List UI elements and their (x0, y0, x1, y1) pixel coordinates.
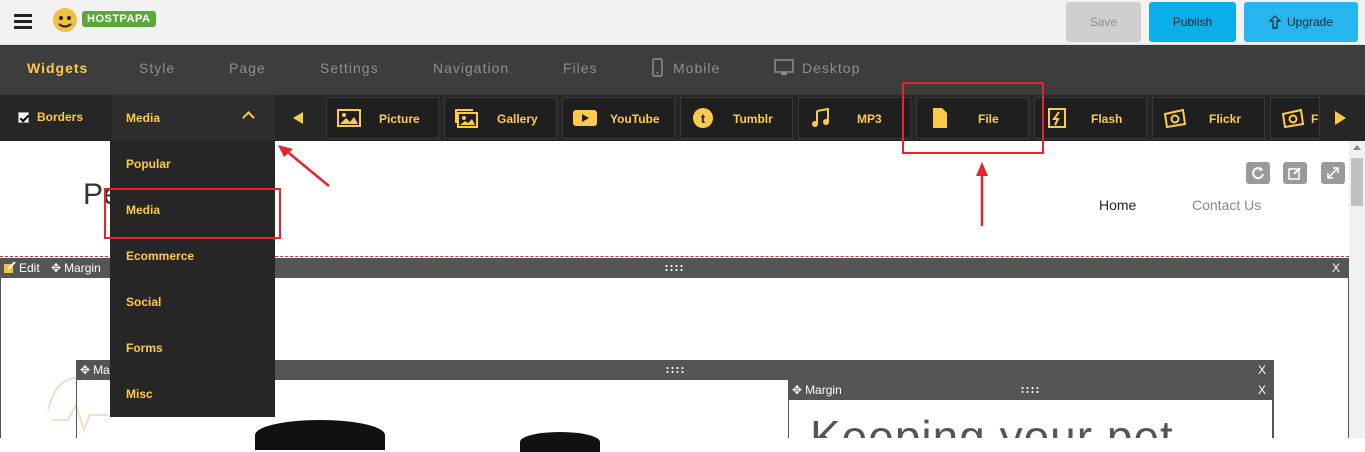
tab-settings[interactable]: Settings (320, 60, 379, 76)
column-text-clip: Keeping your pet (789, 400, 1272, 438)
publish-button[interactable]: Publish (1149, 2, 1236, 42)
borders-checkbox[interactable] (18, 111, 29, 123)
category-dropdown: Popular Media Ecommerce Social Forms Mis… (110, 141, 275, 417)
hostpapa-logo: HOSTPAPA (50, 4, 156, 34)
widget-flash[interactable]: Flash (1034, 97, 1147, 139)
dropdown-item-popular[interactable]: Popular (126, 157, 171, 171)
scroll-left-button[interactable] (277, 95, 319, 141)
chevron-up-icon (242, 111, 255, 124)
dropdown-item-social[interactable]: Social (126, 295, 161, 309)
annotation-arrow-icon (976, 162, 988, 226)
edit-icon[interactable] (1283, 162, 1307, 184)
gallery-icon (455, 109, 478, 128)
widget-youtube[interactable]: YouTube (562, 97, 675, 139)
category-selected-label: Media (126, 111, 161, 125)
site-nav-contact[interactable]: Contact Us (1192, 197, 1261, 213)
annotation-box-media (104, 188, 281, 239)
editor-tabs: Widgets Style Page Settings Navigation F… (0, 45, 1365, 95)
widget-label: MP3 (857, 112, 882, 126)
site-nav-home[interactable]: Home (1099, 197, 1136, 213)
expand-icon[interactable] (1321, 162, 1345, 184)
camera-icon (1281, 108, 1305, 128)
tab-navigation[interactable]: Navigation (433, 60, 509, 76)
tab-desktop[interactable]: Desktop (802, 60, 860, 76)
widget-label: Flickr (1209, 112, 1242, 126)
mobile-icon (652, 58, 663, 77)
scroll-right-button[interactable] (1320, 95, 1360, 141)
tab-style[interactable]: Style (139, 60, 175, 76)
borders-label: Borders (37, 110, 84, 124)
widget-label: Gallery (497, 112, 538, 126)
widget-picture[interactable]: Picture (326, 97, 439, 139)
desktop-icon (774, 59, 794, 75)
arrow-right-icon (1334, 111, 1346, 125)
widget-bar: Borders Media Picture Gallery YouTube t … (0, 95, 1365, 141)
widget-mp3[interactable]: MP3 (798, 97, 911, 139)
flash-icon (1048, 108, 1066, 128)
column-heading: Keeping your pet (810, 411, 1174, 438)
tab-mobile[interactable]: Mobile (673, 60, 720, 76)
logo-text: HOSTPAPA (82, 11, 156, 27)
youtube-icon (573, 110, 597, 126)
top-toolbar: HOSTPAPA Save Publish Upgrade (0, 0, 1365, 45)
tab-files[interactable]: Files (563, 60, 598, 76)
widget-label: Picture (379, 112, 420, 126)
upgrade-label: Upgrade (1286, 15, 1334, 29)
tab-page[interactable]: Page (229, 60, 266, 76)
photo-image[interactable] (255, 420, 385, 450)
upload-arrow-icon (1268, 15, 1281, 29)
music-note-icon (812, 108, 829, 127)
save-button[interactable]: Save (1066, 2, 1141, 42)
widget-label: YouTube (610, 112, 660, 126)
dropdown-item-ecommerce[interactable]: Ecommerce (126, 249, 194, 263)
widget-flickr[interactable]: Flickr (1152, 97, 1265, 139)
widget-label: F (1311, 112, 1319, 126)
picture-icon (337, 109, 361, 127)
scrollbar-thumb[interactable] (1351, 158, 1363, 206)
widget-partial[interactable]: F (1270, 97, 1320, 139)
dropdown-item-misc[interactable]: Misc (126, 387, 153, 401)
scroll-up-arrow-icon[interactable] (1353, 145, 1361, 150)
flickr-icon (1163, 108, 1187, 128)
upgrade-button[interactable]: Upgrade (1244, 2, 1358, 42)
svg-text:t: t (701, 111, 706, 126)
tumblr-icon: t (693, 108, 713, 128)
widget-gallery[interactable]: Gallery (444, 97, 557, 139)
photo-image-part (520, 432, 600, 452)
category-select[interactable]: Media (111, 95, 275, 141)
widget-label: Flash (1091, 112, 1123, 126)
annotation-arrow-icon (278, 145, 330, 187)
borders-toggle[interactable]: Borders (18, 110, 83, 124)
annotation-box-file (902, 82, 1044, 154)
widget-tumblr[interactable]: t Tumblr (680, 97, 793, 139)
widget-label: Tumblr (733, 112, 773, 126)
hamburger-menu-icon[interactable] (14, 14, 32, 30)
refresh-icon[interactable] (1246, 162, 1270, 184)
tab-widgets[interactable]: Widgets (27, 60, 88, 76)
arrow-left-icon (293, 112, 303, 124)
dropdown-item-forms[interactable]: Forms (126, 341, 163, 355)
